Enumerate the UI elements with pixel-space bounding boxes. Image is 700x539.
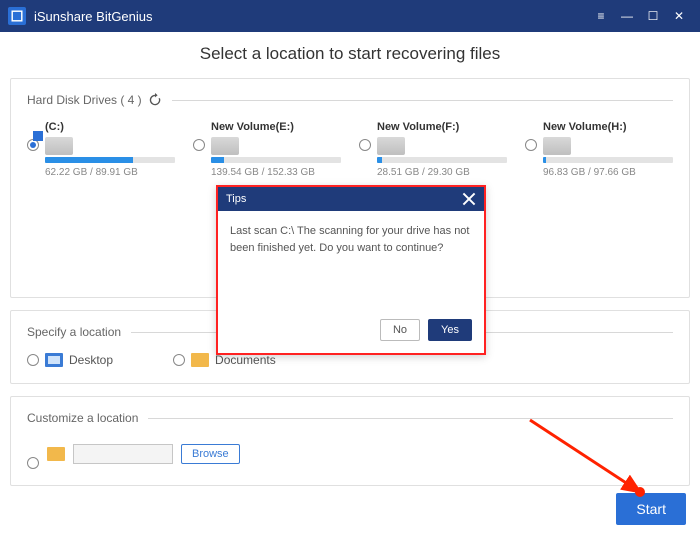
- drives-heading: Hard Disk Drives ( 4 ): [27, 93, 142, 107]
- disk-icon: [377, 137, 405, 155]
- minimize-button[interactable]: —: [614, 5, 640, 27]
- disk-icon: [543, 137, 571, 155]
- usage-bar: [543, 157, 673, 163]
- customize-panel: Customize a location Browse: [10, 396, 690, 486]
- drive-option-e[interactable]: New Volume(E:) 139.54 GB / 152.33 GB: [193, 121, 341, 178]
- drive-stats: 28.51 GB / 29.30 GB: [377, 167, 507, 178]
- custom-path-input[interactable]: [73, 444, 173, 464]
- tips-dialog: Tips Last scan C:\ The scanning for your…: [216, 185, 486, 355]
- disk-icon: [45, 137, 73, 155]
- page-title: Select a location to start recovering fi…: [0, 44, 700, 64]
- drives-list: (C:) 62.22 GB / 89.91 GB New Volume(E:) …: [27, 121, 673, 178]
- app-title: iSunshare BitGenius: [34, 9, 153, 24]
- drive-label: New Volume(F:): [377, 121, 507, 133]
- documents-icon: [191, 353, 209, 367]
- dialog-close-icon[interactable]: [462, 192, 476, 206]
- dialog-title: Tips: [226, 193, 246, 205]
- browse-button[interactable]: Browse: [181, 444, 240, 464]
- drive-stats: 62.22 GB / 89.91 GB: [45, 167, 175, 178]
- drive-option-f[interactable]: New Volume(F:) 28.51 GB / 29.30 GB: [359, 121, 507, 178]
- radio-icon[interactable]: [525, 139, 537, 151]
- drive-stats: 96.83 GB / 97.66 GB: [543, 167, 673, 178]
- usage-bar: [211, 157, 341, 163]
- desktop-icon: [45, 353, 63, 367]
- location-label: Desktop: [69, 353, 113, 367]
- drive-label: New Volume(H:): [543, 121, 673, 133]
- location-label: Documents: [215, 353, 276, 367]
- drive-option-c[interactable]: (C:) 62.22 GB / 89.91 GB: [27, 121, 175, 178]
- dialog-titlebar: Tips: [218, 187, 484, 211]
- titlebar: iSunshare BitGenius ≡ — ☐ ✕: [0, 0, 700, 32]
- refresh-icon[interactable]: [148, 93, 162, 107]
- drive-option-h[interactable]: New Volume(H:) 96.83 GB / 97.66 GB: [525, 121, 673, 178]
- drive-label: New Volume(E:): [211, 121, 341, 133]
- maximize-button[interactable]: ☐: [640, 5, 666, 27]
- drive-label: (C:): [45, 121, 175, 133]
- menu-icon[interactable]: ≡: [588, 5, 614, 27]
- start-button[interactable]: Start: [616, 493, 686, 525]
- usage-bar: [45, 157, 175, 163]
- location-desktop[interactable]: Desktop: [27, 353, 113, 367]
- app-icon: [8, 7, 26, 25]
- radio-icon[interactable]: [27, 354, 39, 366]
- usage-bar: [377, 157, 507, 163]
- dialog-no-button[interactable]: No: [380, 319, 420, 341]
- location-documents[interactable]: Documents: [173, 353, 276, 367]
- disk-icon: [211, 137, 239, 155]
- dialog-yes-button[interactable]: Yes: [428, 319, 472, 341]
- dialog-message: Last scan C:\ The scanning for your driv…: [218, 211, 484, 311]
- specify-heading: Specify a location: [27, 325, 121, 339]
- radio-icon[interactable]: [193, 139, 205, 151]
- radio-icon[interactable]: [27, 457, 39, 469]
- radio-icon[interactable]: [173, 354, 185, 366]
- customize-heading: Customize a location: [27, 411, 138, 425]
- folder-icon: [47, 447, 65, 461]
- radio-icon[interactable]: [359, 139, 371, 151]
- close-button[interactable]: ✕: [666, 5, 692, 27]
- drive-stats: 139.54 GB / 152.33 GB: [211, 167, 341, 178]
